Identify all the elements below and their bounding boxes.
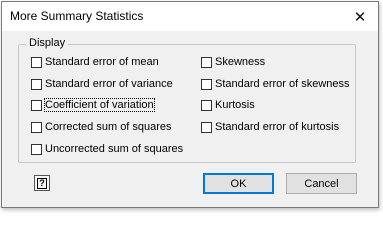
checkbox-box[interactable] [31, 99, 42, 111]
checkbox-standard-error-of-skewness[interactable]: Standard error of skewness [201, 78, 350, 90]
checkbox-label: Uncorrected sum of squares [45, 143, 184, 155]
checkbox-skewness[interactable]: Skewness [201, 56, 265, 68]
dialog-title: More Summary Statistics [10, 9, 144, 23]
checkbox-standard-error-of-variance[interactable]: Standard error of variance [31, 78, 173, 90]
cancel-button[interactable]: Cancel [286, 173, 357, 194]
checkbox-box[interactable] [201, 78, 212, 90]
checkbox-box[interactable] [31, 56, 42, 68]
checkbox-label: Standard error of variance [45, 78, 173, 90]
close-icon[interactable]: ✕ [342, 2, 378, 31]
checkbox-standard-error-of-mean[interactable]: Standard error of mean [31, 56, 159, 68]
ok-button[interactable]: OK [203, 173, 274, 194]
display-group-legend: Display [26, 37, 69, 49]
checkbox-standard-error-of-kurtosis[interactable]: Standard error of kurtosis [201, 121, 339, 133]
checkbox-box[interactable] [201, 99, 212, 111]
checkbox-coefficient-of-variation[interactable]: Coefficient of variation [31, 98, 155, 112]
checkbox-corrected-sum-of-squares[interactable]: Corrected sum of squares [31, 121, 172, 133]
checkbox-label: Coefficient of variation [44, 98, 155, 112]
checkbox-uncorrected-sum-of-squares[interactable]: Uncorrected sum of squares [31, 143, 183, 155]
checkbox-label: Standard error of kurtosis [215, 121, 340, 133]
checkbox-label: Skewness [215, 56, 266, 68]
checkbox-label: Kurtosis [215, 99, 255, 111]
title-bar: More Summary Statistics ✕ [2, 2, 378, 31]
checkbox-label: Standard error of skewness [215, 78, 350, 90]
checkbox-box[interactable] [31, 143, 42, 155]
checkbox-box[interactable] [201, 56, 212, 68]
help-icon: ? [37, 177, 47, 189]
checkbox-kurtosis[interactable]: Kurtosis [201, 99, 255, 111]
checkbox-label: Standard error of mean [45, 56, 159, 68]
checkbox-box[interactable] [31, 121, 42, 133]
checkbox-box[interactable] [201, 121, 212, 133]
checkbox-label: Corrected sum of squares [45, 121, 172, 133]
checkbox-box[interactable] [31, 78, 42, 90]
help-button[interactable]: ? [34, 175, 50, 191]
